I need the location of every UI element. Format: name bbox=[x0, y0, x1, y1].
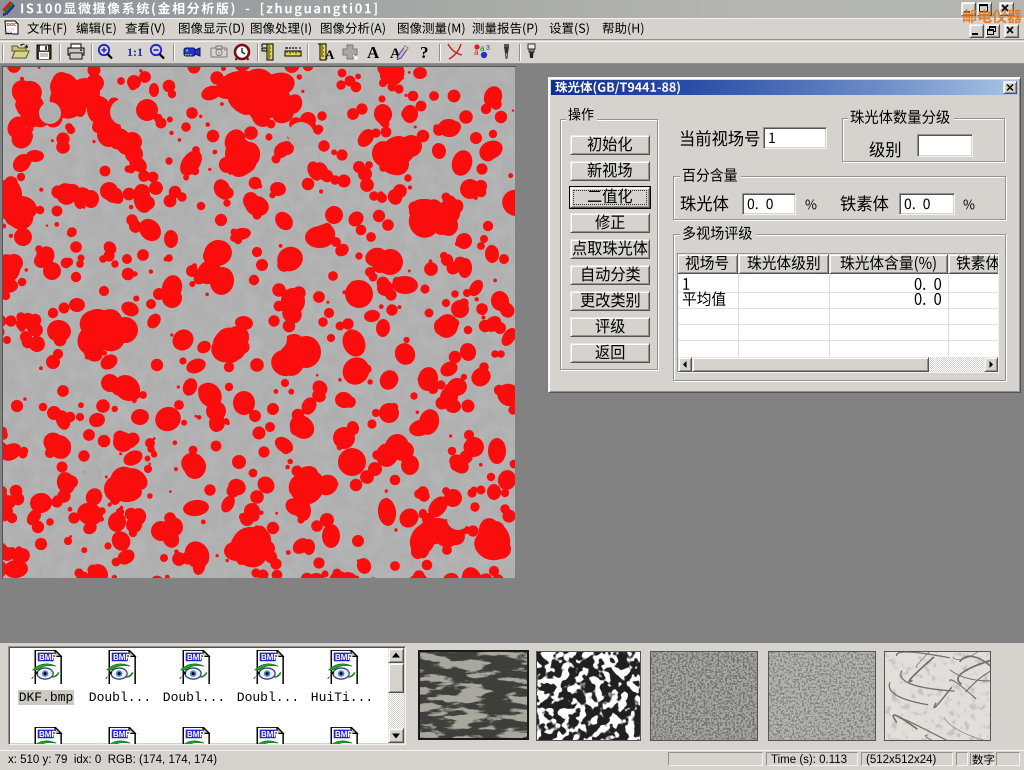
svg-text:a: a bbox=[480, 44, 485, 53]
svg-text:A: A bbox=[325, 47, 335, 62]
svg-text:?: ? bbox=[420, 43, 429, 62]
svg-text:a: a bbox=[474, 48, 479, 57]
svg-text:DOC: DOC bbox=[7, 22, 18, 27]
svg-text:3: 3 bbox=[486, 45, 490, 52]
svg-text:A: A bbox=[367, 43, 380, 62]
